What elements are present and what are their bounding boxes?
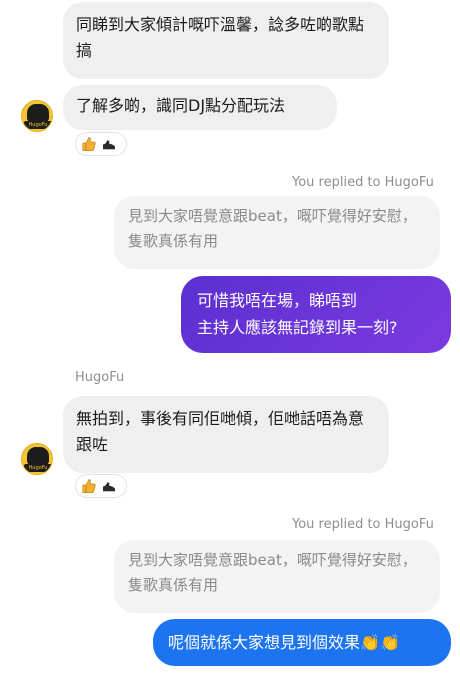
message-text-line-2: 主持人應該無記錄到果一刻? [197,318,398,337]
avatar[interactable]: HugoFu [21,100,53,132]
thumbs-up-icon [82,478,96,494]
clapping-hands-emoji: 👏👏 [360,633,400,652]
reply-context-label: You replied to HugoFu [292,175,434,190]
outgoing-message-2[interactable]: 呢個就係大家想見到個效果👏👏 [153,619,451,666]
message-text: 同睇到大家傾計嘅吓溫馨，諗多咗啲歌點搞 [76,15,365,60]
message-text: 呢個就係大家想見到個效果 [168,633,361,652]
avatar-image [27,104,49,122]
outgoing-message-1[interactable]: 可惜我唔在場，睇唔到 主持人應該無記錄到果一刻? [181,276,451,353]
thumbs-up-icon [82,136,96,152]
quoted-text: 見到大家唔覺意跟beat，嘅吓覺得好安慰，隻歌真係有用 [128,207,417,250]
message-text: 了解多啲，識同DJ點分配玩法 [76,96,286,115]
reactions[interactable] [75,132,127,156]
incoming-message-3[interactable]: 無拍到，事後有同佢哋傾，佢哋話唔為意跟咗 [63,396,389,473]
quoted-message[interactable]: 見到大家唔覺意跟beat，嘅吓覺得好安慰，隻歌真係有用 [114,196,440,269]
incoming-message-2[interactable]: 了解多啲，識同DJ點分配玩法 [63,85,337,130]
quoted-text: 見到大家唔覺意跟beat，嘅吓覺得好安慰，隻歌真係有用 [128,551,417,594]
message-text-line-1: 可惜我唔在場，睇唔到 [197,291,358,310]
shoe-icon [102,138,116,150]
sender-name: HugoFu [75,370,125,385]
message-text: 無拍到，事後有同佢哋傾，佢哋話唔為意跟咗 [76,409,365,454]
quoted-message[interactable]: 見到大家唔覺意跟beat，嘅吓覺得好安慰，隻歌真係有用 [114,540,440,613]
incoming-message-1[interactable]: 同睇到大家傾計嘅吓溫馨，諗多咗啲歌點搞 [63,2,389,79]
avatar-image [27,447,49,465]
reply-context-label: You replied to HugoFu [292,517,434,532]
avatar-label: HugoFu [28,465,48,471]
reactions[interactable] [75,474,127,498]
avatar[interactable]: HugoFu [21,443,53,475]
avatar-label: HugoFu [28,122,48,128]
shoe-icon [102,480,116,492]
